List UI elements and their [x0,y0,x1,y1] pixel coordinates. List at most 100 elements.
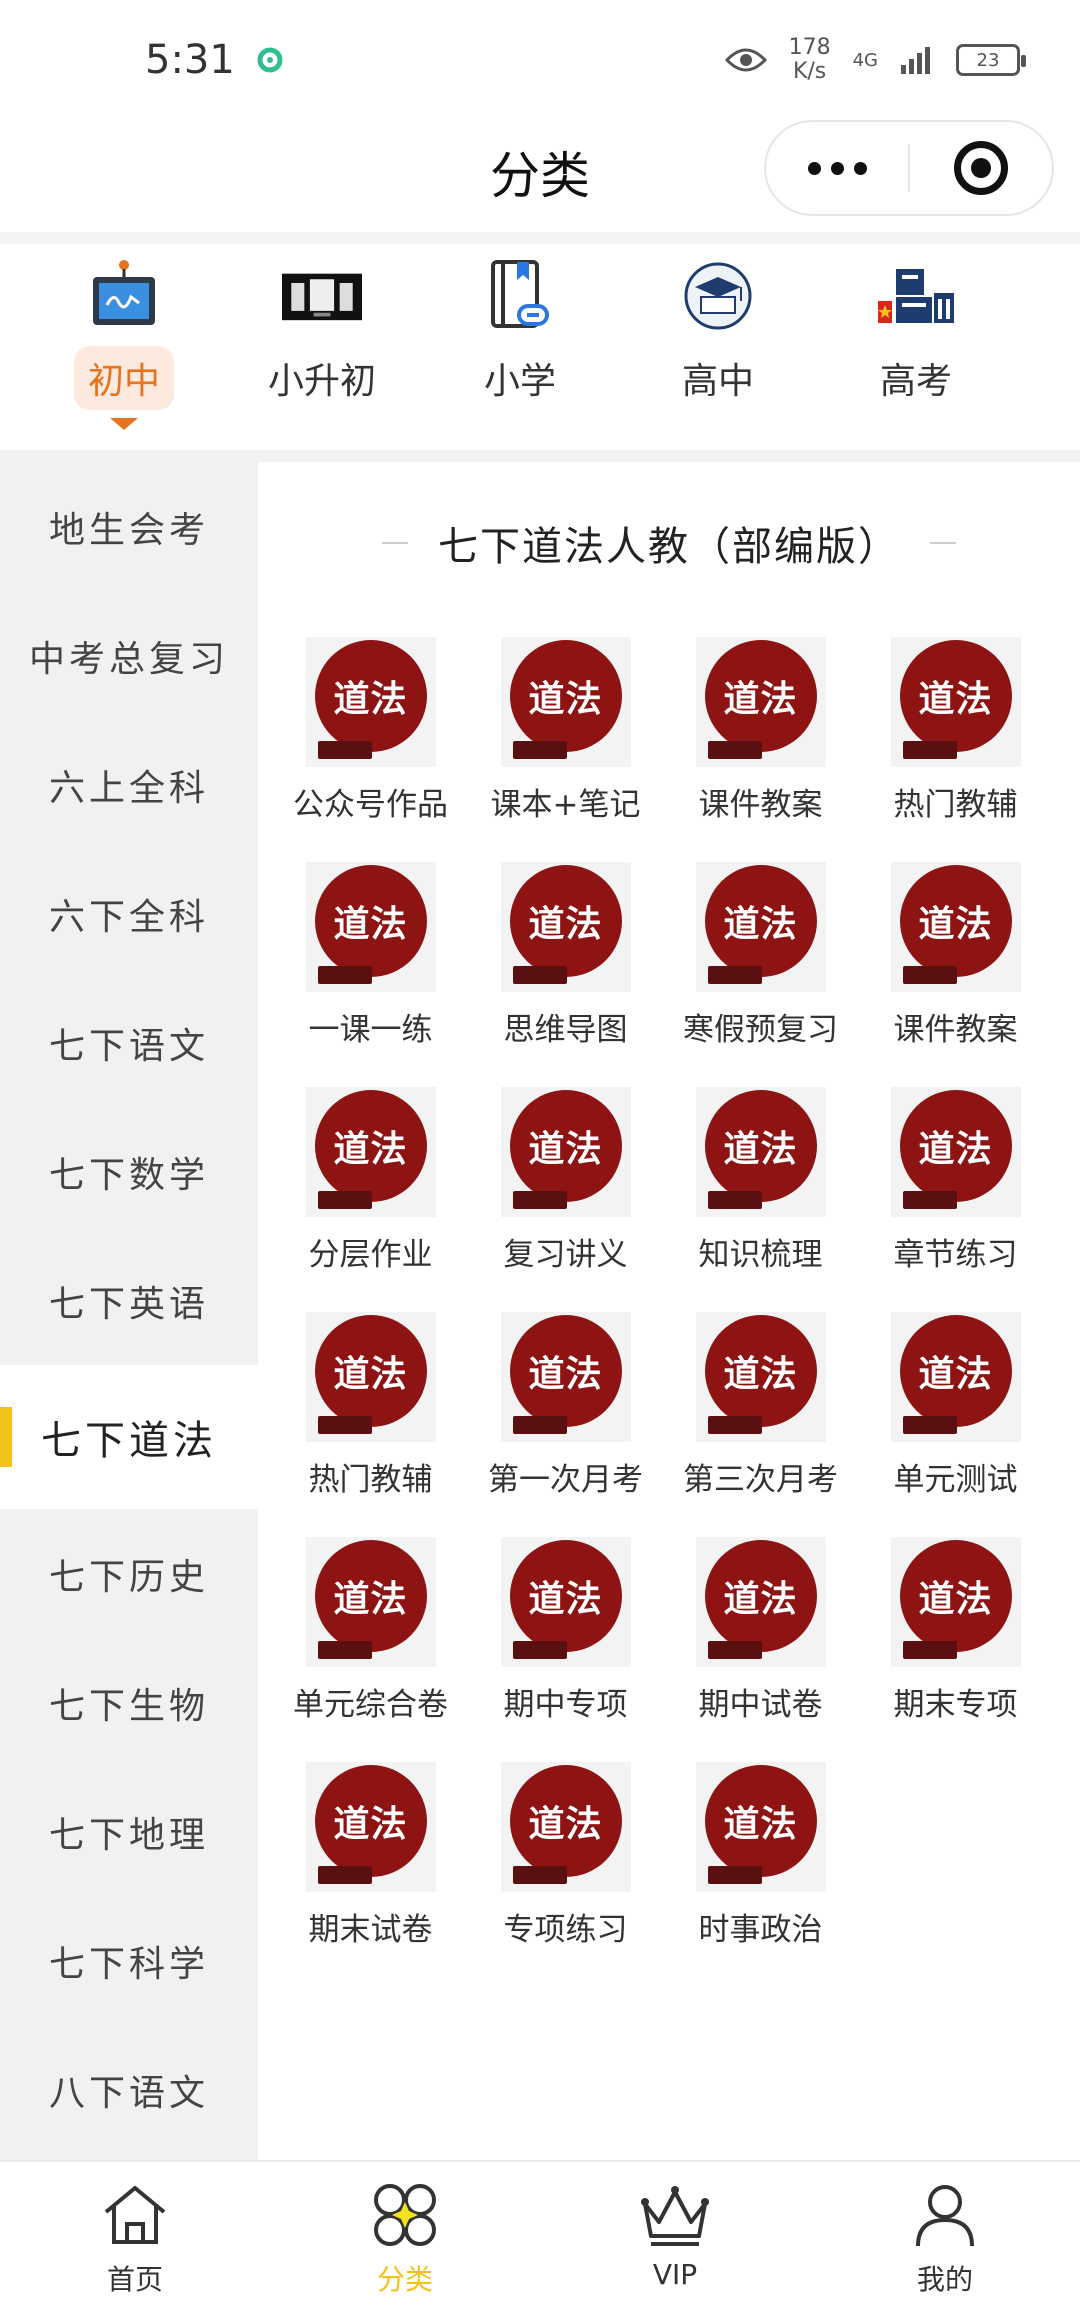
signal-icon [901,47,930,74]
resource-tile[interactable]: 道法 公众号作品 [273,637,468,824]
daofa-cover-icon: 道法 [500,1537,631,1667]
resource-tile[interactable]: 道法 期末试卷 [273,1762,468,1949]
daofa-cover-icon: 道法 [695,1087,826,1217]
category-item-gaozhong[interactable]: 高中 [628,256,808,410]
resource-tile[interactable]: 道法 专项练习 [468,1762,663,1949]
status-bar: 5:31 178 K/s 4G 23 [0,0,1080,120]
tile-label: 复习讲义 [503,1237,628,1273]
resource-tile[interactable]: 道法 章节练习 [858,1087,1053,1274]
subject-sidebar: 地生会考 中考总复习 六上全科 六下全科 七下语文 七下数学 七下英语 七下道法… [0,462,258,2160]
more-dots-icon [807,161,821,175]
resource-tile[interactable]: 道法 知识梳理 [663,1087,858,1274]
status-right: 178 K/s 4G 23 [724,36,1026,84]
resource-tile[interactable]: 道法 第三次月考 [663,1312,858,1499]
resource-tile[interactable]: 道法 期中专项 [468,1537,663,1724]
tab-label: 分类 [376,2263,433,2296]
daofa-cover-icon: 道法 [500,1087,631,1217]
sidebar-item-active[interactable]: 七下道法 [0,1365,258,1509]
tile-badge: 道法 [899,1540,1012,1652]
resource-tile[interactable]: 道法 课本+笔记 [468,637,663,824]
tile-badge: 道法 [704,1765,817,1877]
sidebar-item[interactable]: 七下历史 [0,1509,258,1638]
sidebar-item[interactable]: 七下语文 [0,978,258,1107]
book-icon [902,741,957,759]
tab-home[interactable]: 首页 [0,2162,270,2310]
tile-badge: 道法 [704,1315,817,1427]
tile-label: 章节练习 [893,1237,1018,1273]
category-item-xiaoshengchu[interactable]: 小升初 [232,256,412,410]
daofa-cover-icon: 道法 [305,1762,436,1892]
close-button[interactable] [910,122,1052,214]
sidebar-item[interactable]: 七下生物 [0,1638,258,1767]
book-icon [707,1641,762,1659]
monitor-icon [84,256,164,336]
status-left: 5:31 [145,37,285,83]
category-item-xiaoxue[interactable]: 小学 [430,256,610,410]
resource-tile[interactable]: 道法 热门教辅 [273,1312,468,1499]
book-icon [317,1191,372,1209]
resource-tile[interactable]: 道法 复习讲义 [468,1087,663,1274]
tile-label: 专项练习 [503,1912,628,1948]
tile-badge: 道法 [314,865,427,977]
tile-badge: 道法 [509,1765,622,1877]
resource-tile[interactable]: 道法 分层作业 [273,1087,468,1274]
sidebar-item[interactable]: 七下数学 [0,1107,258,1236]
daofa-cover-icon: 道法 [305,1312,436,1442]
daofa-cover-icon: 道法 [890,862,1021,992]
resource-tile[interactable]: 道法 一课一练 [273,862,468,1049]
tab-mine[interactable]: 我的 [810,2162,1080,2310]
category-item-gaokao[interactable]: 高考 [826,256,1006,410]
tile-badge: 道法 [704,1090,817,1202]
tile-badge: 道法 [899,1090,1012,1202]
daofa-cover-icon: 道法 [890,1312,1021,1442]
sidebar-item[interactable]: 六上全科 [0,720,258,849]
resource-tile[interactable]: 道法 热门教辅 [858,637,1053,824]
resource-tile[interactable]: 道法 期中试卷 [663,1537,858,1724]
resource-tile[interactable]: 道法 时事政治 [663,1762,858,1949]
book-icon [707,741,762,759]
sidebar-item[interactable]: 七下科学 [0,1896,258,2025]
tile-label: 期中专项 [503,1687,628,1723]
tile-badge: 道法 [899,1315,1012,1427]
resource-tile[interactable]: 道法 单元综合卷 [273,1537,468,1724]
sync-app-icon [257,47,283,73]
title-dash-right [930,542,956,544]
eye-icon [724,48,767,72]
active-caret-icon [110,418,138,430]
daofa-cover-icon: 道法 [890,1537,1021,1667]
battery-icon: 23 [956,44,1026,76]
tile-badge: 道法 [899,640,1012,752]
tile-label: 思维导图 [503,1012,628,1048]
resource-tile[interactable]: 道法 期末专项 [858,1537,1053,1724]
gaokao-badge-icon [876,256,956,336]
book-icon [317,741,372,759]
sidebar-item[interactable]: 地生会考 [0,462,258,591]
more-button[interactable] [766,122,908,214]
tile-badge: 道法 [314,1540,427,1652]
sidebar-item[interactable]: 七下地理 [0,1767,258,1896]
book-icon [317,966,372,984]
resource-tile[interactable]: 道法 寒假预复习 [663,862,858,1049]
level-category-strip: 初中 小升初 小学 高中 高考 [0,232,1080,462]
tab-vip[interactable]: VIP [540,2162,810,2310]
category-label: 初中 [73,346,174,410]
graduation-cap-icon [678,256,758,336]
resource-panel: 七下道法人教（部编版） 道法 公众号作品 道法 课本+笔记 道法 课件教案 道法 热门教辅 道法… [258,462,1080,2160]
resource-tile[interactable]: 道法 课件教案 [663,637,858,824]
category-item-chuzhong[interactable]: 初中 [34,256,214,430]
tile-badge: 道法 [314,1765,427,1877]
tile-badge: 道法 [704,865,817,977]
book-icon [512,1191,567,1209]
tab-label: VIP [652,2258,698,2291]
sidebar-item[interactable]: 八下语文 [0,2025,258,2154]
resource-tile[interactable]: 道法 思维导图 [468,862,663,1049]
resource-tile[interactable]: 道法 课件教案 [858,862,1053,1049]
sidebar-item[interactable]: 六下全科 [0,849,258,978]
tab-category[interactable]: 分类 [270,2162,540,2310]
book-icon [512,1866,567,1884]
sidebar-item[interactable]: 中考总复习 [0,591,258,720]
sidebar-item[interactable]: 七下英语 [0,1236,258,1365]
resource-tile[interactable]: 道法 单元测试 [858,1312,1053,1499]
book-icon [512,741,567,759]
resource-tile[interactable]: 道法 第一次月考 [468,1312,663,1499]
